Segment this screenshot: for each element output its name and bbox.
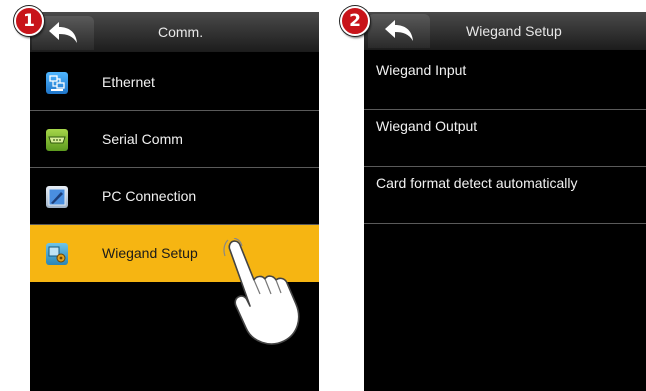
back-arrow-icon	[385, 20, 413, 41]
page-title: Wiegand Setup	[466, 23, 562, 39]
page-title: Comm.	[158, 24, 204, 40]
list-item-wiegand-output[interactable]: Wiegand Output	[364, 110, 646, 167]
list-item-card-format-detect[interactable]: Card format detect automatically	[364, 167, 646, 224]
pointing-hand-icon	[223, 238, 300, 345]
menu-item-label: PC Connection	[102, 188, 197, 204]
pc-connection-icon	[46, 186, 68, 208]
title-bar: Wiegand Setup	[364, 12, 646, 50]
wiegand-setup-icon	[46, 243, 68, 265]
back-button[interactable]	[368, 14, 430, 48]
list-item-label: Wiegand Output	[376, 118, 478, 134]
step-2-badge: 2	[340, 6, 370, 36]
menu-item-label: Ethernet	[102, 74, 155, 90]
back-arrow-icon	[49, 22, 77, 43]
menu-item-pc-connection[interactable]: PC Connection	[30, 168, 319, 225]
ethernet-icon	[46, 72, 68, 94]
title-bar: Comm.	[30, 12, 319, 52]
menu-item-serial-comm[interactable]: Serial Comm	[30, 111, 319, 168]
list-item-label: Wiegand Input	[376, 62, 467, 78]
serial-comm-icon	[46, 129, 68, 151]
step-1-badge: 1	[14, 6, 44, 36]
wiegand-setup-screen: Wiegand Setup Wiegand Input Wiegand Outp…	[364, 12, 646, 391]
list-item-label: Card format detect automatically	[376, 175, 578, 191]
menu-item-label: Wiegand Setup	[102, 245, 198, 261]
menu-item-label: Serial Comm	[102, 131, 183, 147]
menu-item-ethernet[interactable]: Ethernet	[30, 54, 319, 111]
list-item-wiegand-input[interactable]: Wiegand Input	[364, 54, 646, 110]
